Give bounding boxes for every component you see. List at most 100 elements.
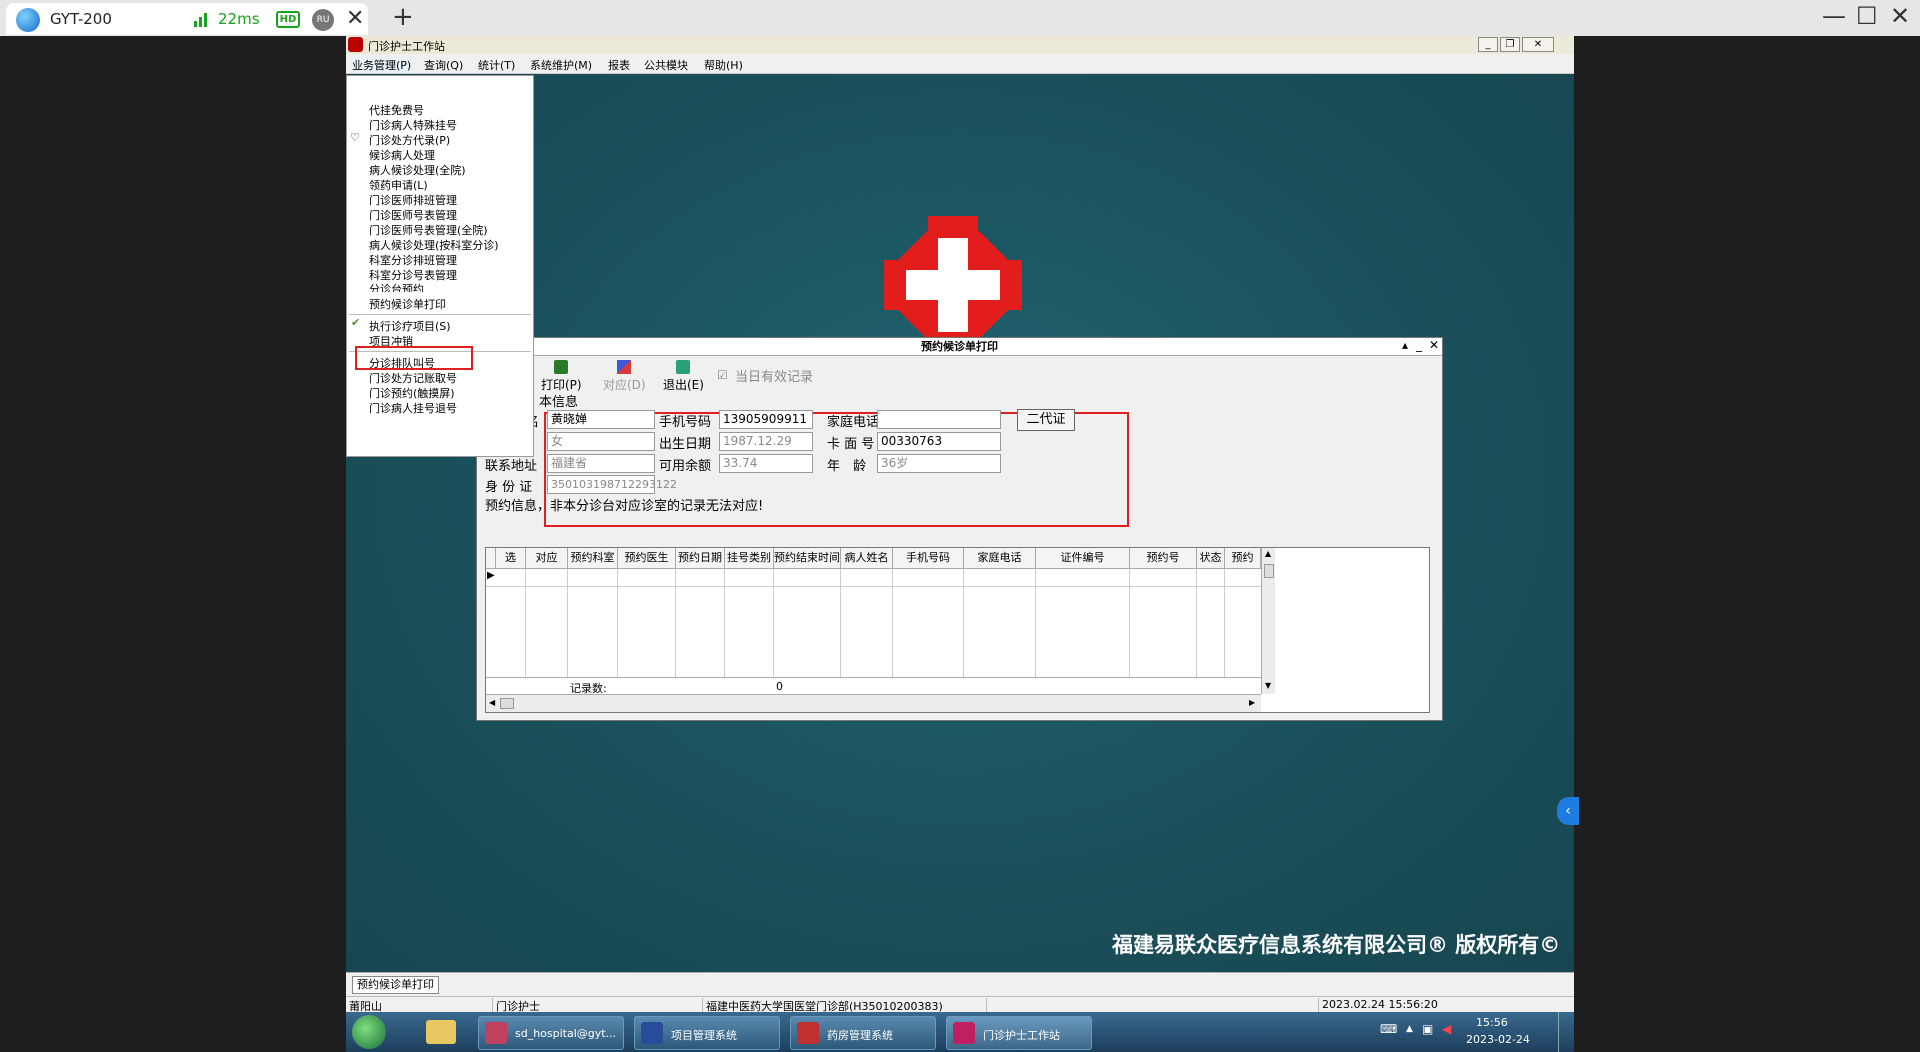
pharmacy-icon [797,1022,819,1044]
project-icon [641,1022,663,1044]
menu-item-appointment-print[interactable]: 预约候诊单打印 [369,296,446,313]
volume-muted-icon[interactable]: ◀ [1442,1022,1451,1036]
taskbar-item-nurse[interactable]: 门诊护士工作站 [946,1016,1092,1050]
app-minimize-icon[interactable]: _ [1478,37,1498,52]
column-header[interactable]: 状态 [1197,548,1225,569]
taskbar-item-db[interactable]: sd_hospital@gyt... [478,1016,624,1050]
signal-icon [194,13,207,27]
maximize-icon[interactable]: ☐ [1856,2,1878,30]
taskbar-item-pharmacy[interactable]: 药房管理系统 [790,1016,936,1050]
menu-item[interactable]: 分诊台预约 [369,281,424,292]
app-title: 门诊护士工作站 [368,40,445,53]
scroll-down-icon[interactable]: ▼ [1265,681,1271,690]
copyright-text: 福建易联众医疗信息系统有限公司® 版权所有© [1112,933,1561,957]
taskbar-item-project[interactable]: 项目管理系统 [634,1016,780,1050]
gender-field[interactable]: 女 [547,432,655,451]
status-location: 莆阳山 [349,1000,382,1013]
new-tab-button[interactable]: + [392,2,414,32]
horizontal-scroll-thumb[interactable] [500,698,514,709]
remote-desktop: 门诊护士工作站 _ ❐ ✕ 业务管理(P) 查询(Q) 统计(T) 系统维护(M… [346,36,1574,1052]
name-field[interactable]: 黄晓婵 [547,410,655,429]
id-card-field[interactable]: 350103198712293122 [547,475,677,494]
close-window-icon[interactable]: ✕ [1890,2,1910,30]
column-header[interactable]: 预约日期 [676,548,725,569]
menu-item[interactable]: 门诊病人挂号退号 [369,400,457,417]
column-header[interactable]: 预约科室 [568,548,618,569]
mobile-label: 手机号码 [659,415,712,430]
menu-public[interactable]: 公共模块 [644,57,688,73]
column-header[interactable]: 家庭电话 [964,548,1036,569]
scroll-left-icon[interactable]: ◀ [489,698,495,707]
dob-field[interactable]: 1987.12.29 [719,432,813,451]
menu-system[interactable]: 系统维护(M) [530,57,592,73]
match-button[interactable]: 对应(D) [603,360,646,393]
status-datetime: 2023.02.24 15:56:20 [1318,998,1438,1012]
app-restore-icon[interactable]: ❐ [1500,37,1520,52]
balance-field[interactable]: 33.74 [719,454,813,473]
exit-button[interactable]: 退出(E) [663,360,704,393]
tray-expand-icon[interactable]: ▲ [1406,1024,1413,1034]
mobile-field[interactable]: 13905909911 [719,410,813,429]
table-column [774,569,841,694]
column-header[interactable]: 预约号 [1130,548,1197,569]
card-no-field[interactable]: 00330763 [877,432,1001,451]
column-header[interactable]: 手机号码 [893,548,964,569]
language-badge[interactable]: RU [312,9,334,31]
table-column [725,569,774,694]
session-tab[interactable]: GYT-200 22ms HD RU ✕ [6,3,368,35]
home-phone-label: 家庭电话 [827,415,880,430]
explorer-icon[interactable] [426,1020,456,1044]
scroll-right-icon[interactable]: ▶ [1249,698,1255,707]
address-field[interactable]: 福建省 [547,454,655,473]
menu-stats[interactable]: 统计(T) [478,57,515,73]
menu-help[interactable]: 帮助(H) [704,57,743,73]
age-field[interactable]: 36岁 [877,454,1001,473]
dialog-minimize-icon[interactable]: _ [1416,338,1422,352]
show-desktop-button[interactable] [1558,1012,1574,1052]
status-bar: 莆阳山 门诊护士 福建中医药大学国医堂门诊部(H35010200383) 202… [346,996,1574,1013]
business-dropdown-menu: 代挂免费号 门诊病人特殊挂号 ♡ 门诊处方代录(P) 候诊病人处理 病人候诊处理… [346,75,534,457]
dob-label: 出生日期 [659,437,712,452]
close-tab-icon[interactable]: ✕ [346,6,364,31]
home-phone-field[interactable] [877,410,1001,429]
column-header[interactable]: 病人姓名 [841,548,893,569]
row-divider [486,586,1261,587]
current-row-arrow-icon: ▶ [487,570,495,581]
column-header[interactable]: 选 [496,548,526,569]
vertical-scrollbar[interactable]: ▲ ▼ [1261,548,1275,694]
table-column [841,569,893,694]
status-role: 门诊护士 [492,998,540,1013]
today-only-checkbox[interactable]: ☑ [717,368,728,382]
start-button[interactable] [352,1015,386,1049]
column-header[interactable]: 预约结束时间 [774,548,841,569]
network-icon[interactable]: ▣ [1422,1022,1433,1036]
stethoscope-icon: ♡ [350,131,360,144]
column-header[interactable]: 预约医生 [618,548,676,569]
keyboard-icon[interactable]: ⌨ [1380,1022,1397,1036]
dialog-close-icon[interactable]: ✕ [1429,338,1439,352]
print-button[interactable]: 打印(P) [541,360,582,393]
column-header[interactable]: 证件编号 [1036,548,1130,569]
second-gen-id-button[interactable]: 二代证 [1017,409,1075,431]
table-column [496,569,526,694]
horizontal-scrollbar[interactable]: ◀ ▶ [486,694,1261,712]
menu-reports[interactable]: 报表 [608,57,630,73]
vertical-scroll-thumb[interactable] [1264,564,1274,578]
appointment-table[interactable]: 选 对应 预约科室 预约医生 预约日期 挂号类别 预约结束时间 病人姓名 手机号… [485,547,1430,713]
open-window-tab[interactable]: 预约候诊单打印 [352,976,439,994]
hd-badge[interactable]: HD [276,11,300,28]
menu-query[interactable]: 查询(Q) [424,57,463,73]
clock-date: 2023-02-24 [1466,1033,1530,1046]
side-panel-toggle-icon[interactable]: ‹ [1557,797,1579,825]
menu-business[interactable]: 业务管理(P) [352,57,412,73]
dialog-restore-icon[interactable]: ▴ [1402,338,1408,352]
taskbar: sd_hospital@gyt... 项目管理系统 药房管理系统 门诊护士工作站… [346,1012,1574,1052]
app-title-bar: 门诊护士工作站 _ ❐ ✕ [346,36,1574,54]
column-header[interactable]: 预约 [1225,548,1261,569]
minimize-icon[interactable]: — [1822,2,1846,30]
scroll-up-icon[interactable]: ▲ [1265,549,1271,558]
column-header[interactable]: 挂号类别 [725,548,774,569]
app-close-icon[interactable]: ✕ [1522,37,1554,52]
column-header[interactable]: 对应 [526,548,568,569]
appointment-notice: 预约信息，非本分诊台对应诊室的记录无法对应! [485,499,764,514]
